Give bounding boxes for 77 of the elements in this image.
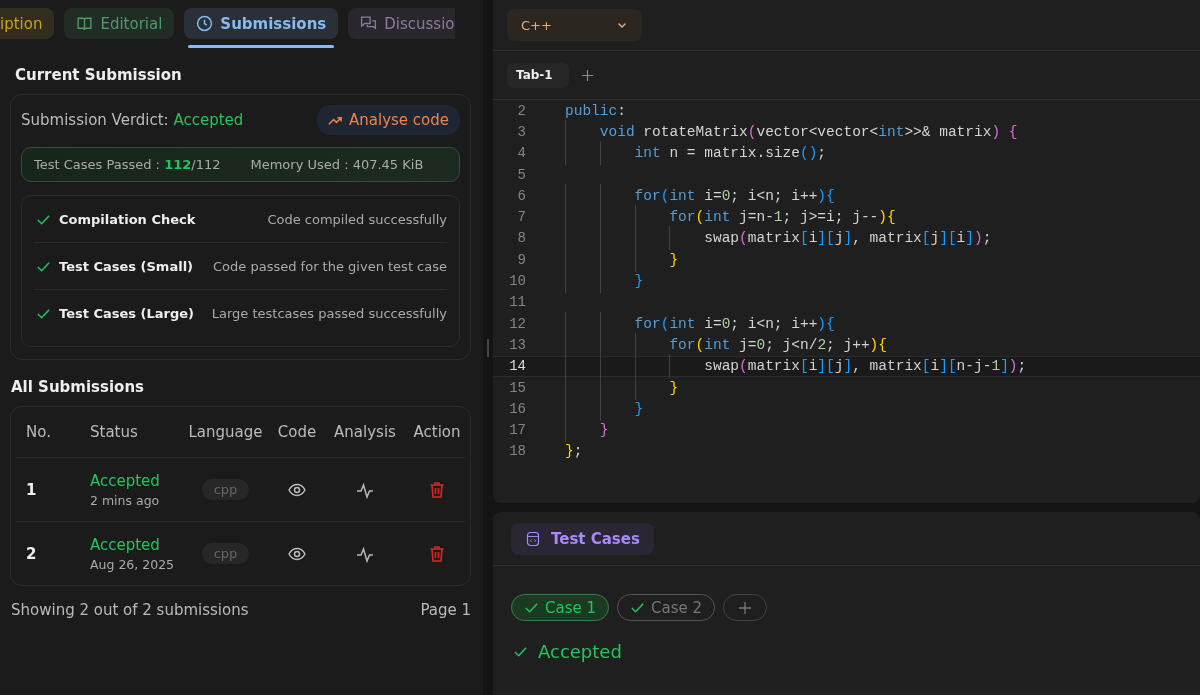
code-file-icon	[525, 530, 541, 547]
add-tab-icon[interactable]	[580, 68, 594, 82]
line-number: 10	[508, 273, 526, 289]
section-title: Current Submission	[14, 65, 183, 86]
time-text: 2 mins ago	[90, 492, 161, 508]
code-line: swap(matrix[i][j], matrix[i][n-j-1]);	[703, 358, 1027, 375]
analyse-button[interactable]: Analyse code	[317, 105, 460, 135]
line-number: 14	[508, 358, 526, 375]
memory-text: Memory Used : 407.45 KiB	[250, 157, 424, 172]
page-indicator: Page 1	[420, 601, 471, 619]
code-line: int n = matrix.size();	[633, 145, 827, 162]
code-line: for(int i=0; i<n; i++){	[633, 315, 835, 332]
code-line: for(int i=0; i<n; i++){	[633, 187, 835, 204]
language-tag: cpp	[201, 543, 250, 564]
line-number: 15	[508, 379, 526, 396]
line-number: 7	[516, 209, 526, 226]
line-number: 3	[516, 123, 526, 140]
plus-icon	[738, 600, 753, 615]
code-line: }	[668, 379, 679, 396]
clock-icon	[196, 15, 214, 32]
panel-tab[interactable]: Editorial	[64, 8, 175, 39]
code-line: }	[633, 273, 644, 289]
check-name: Test Cases (Small)	[59, 258, 194, 274]
line-number: 8	[516, 230, 526, 247]
language-dropdown[interactable]: C++	[507, 9, 642, 41]
line-number: 13	[508, 336, 526, 353]
verdict-text: Submission Verdict: Accepted	[21, 111, 244, 129]
line-number: 17	[508, 422, 526, 439]
chat-icon	[360, 15, 378, 32]
line-number: 4	[516, 145, 526, 162]
case-tab[interactable]: Case 1	[511, 594, 610, 621]
check-detail: Code compiled successfully	[267, 211, 447, 227]
column-header: Analysis	[333, 423, 397, 441]
panel-tab[interactable]: iption	[0, 8, 55, 39]
code-line: public:	[565, 102, 626, 119]
column-header: Status	[90, 423, 139, 441]
check-icon	[630, 600, 646, 615]
test-cases-tab[interactable]: Test Cases	[511, 522, 654, 555]
column-header: Language	[187, 423, 264, 441]
code-line: };	[565, 443, 583, 460]
check-icon	[513, 644, 528, 659]
time-text: Aug 26, 2025	[90, 556, 176, 572]
line-number: 9	[516, 251, 526, 268]
line-number: 2	[516, 102, 526, 119]
line-number: 12	[508, 315, 526, 332]
check-detail: Large testcases passed successfully	[211, 305, 447, 321]
line-number: 18	[508, 443, 526, 460]
check-icon	[524, 600, 539, 615]
row-number: 1	[26, 480, 38, 499]
status-text: Accepted	[90, 471, 161, 490]
line-number: 11	[508, 294, 526, 311]
code-line: swap(matrix[i][j], matrix[j][i]);	[703, 230, 992, 247]
status-text: Accepted	[90, 535, 161, 554]
code-line: }	[633, 400, 644, 417]
code-line: for(int j=n-1; j>=i; j--){	[668, 209, 896, 226]
language-tag: cpp	[201, 479, 250, 500]
code-line: void rotateMatrix(vector<vector<int>>& matrix) {	[598, 123, 1018, 140]
panel-tab[interactable]: Discussio	[348, 8, 455, 39]
editor-tab[interactable]: Tab-1	[507, 62, 569, 88]
code-line: }	[598, 422, 609, 439]
check-name: Compilation Check	[59, 211, 196, 227]
check-detail: Code passed for the given test case	[213, 258, 447, 274]
result-text: Accepted	[538, 641, 622, 662]
passed-text: Test Cases Passed : 112/112	[34, 157, 221, 172]
column-header: No.	[26, 423, 52, 441]
code-line: }	[668, 251, 679, 268]
section-title: All Submissions	[10, 377, 145, 398]
book-icon	[76, 15, 94, 32]
pagination-summary: Showing 2 out of 2 submissions	[11, 601, 249, 619]
code-line: for(int j=0; j<n/2; j++){	[668, 336, 887, 353]
row-number: 2	[26, 544, 38, 563]
line-number: 16	[508, 400, 526, 417]
check-name: Test Cases (Large)	[59, 305, 195, 321]
column-header: Action	[412, 423, 462, 441]
column-header: Code	[276, 423, 318, 441]
line-number: 6	[516, 187, 526, 204]
line-number: 5	[516, 166, 526, 183]
